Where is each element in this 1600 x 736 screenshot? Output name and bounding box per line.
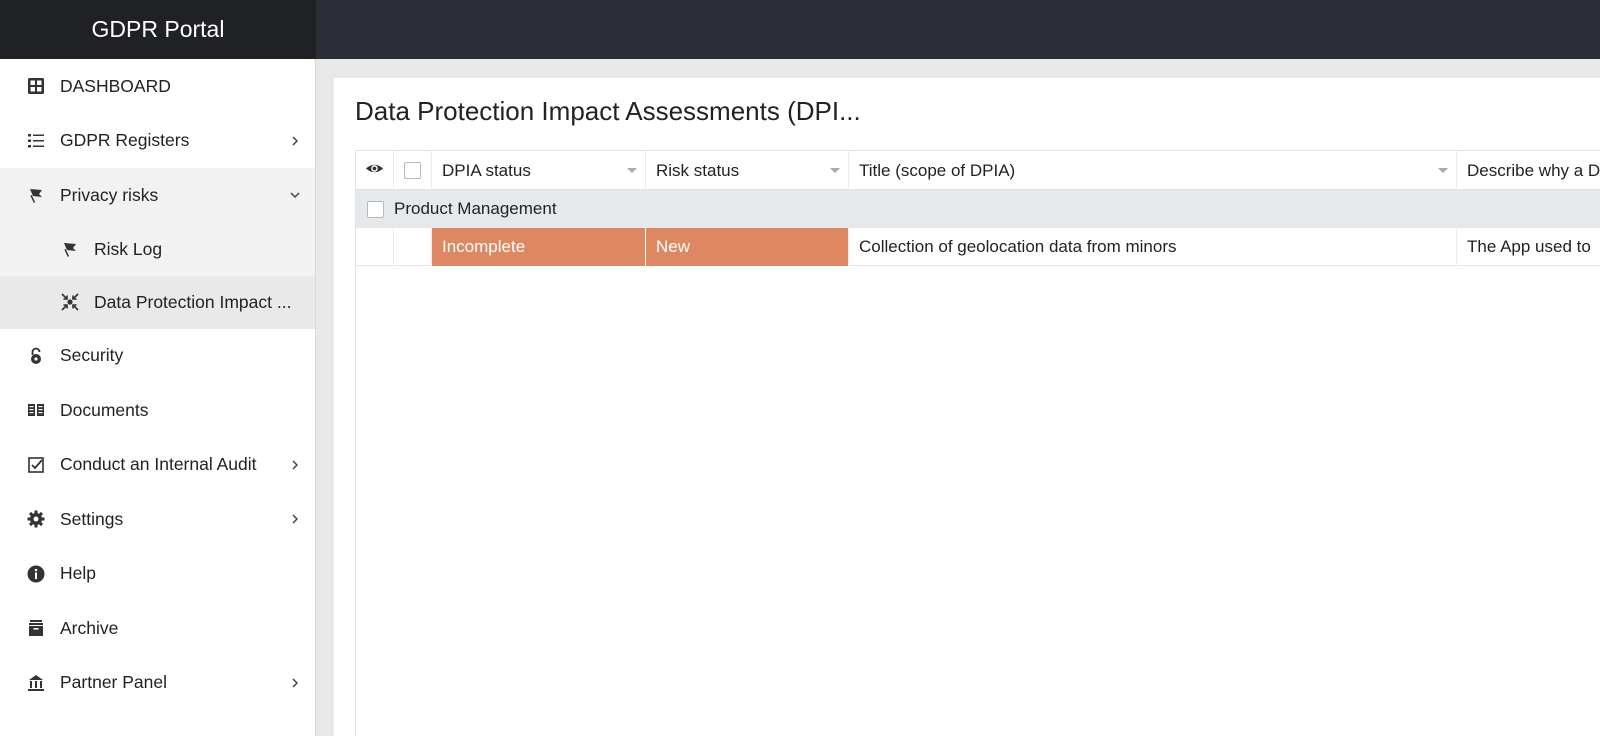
row-select-cell[interactable] bbox=[394, 228, 432, 266]
sidebar-item-label: Help bbox=[60, 563, 96, 584]
sidebar-item-gdpr-registers[interactable]: GDPR Registers bbox=[0, 114, 315, 169]
sidebar-item-label: DASHBOARD bbox=[60, 75, 171, 96]
sidebar-item-label: Archive bbox=[60, 617, 119, 638]
select-all-checkbox[interactable] bbox=[404, 162, 421, 179]
list-icon bbox=[26, 131, 46, 151]
dpia-table: DPIA status Risk status Title (scope of … bbox=[355, 150, 1600, 736]
flag-icon bbox=[26, 185, 46, 205]
title-cell[interactable]: Collection of geolocation data from mino… bbox=[849, 228, 1457, 266]
sidebar: DASHBOARD GDPR Registers Privacy risks R… bbox=[0, 59, 316, 736]
documents-icon bbox=[26, 400, 46, 420]
sort-caret-icon[interactable] bbox=[627, 168, 637, 173]
column-header-label: Risk status bbox=[656, 160, 740, 180]
column-header-label: Title (scope of DPIA) bbox=[859, 160, 1016, 180]
page-title: Data Protection Impact Assessments (DPI.… bbox=[355, 96, 861, 126]
group-label: Product Management bbox=[394, 199, 557, 218]
info-icon bbox=[26, 564, 46, 584]
sidebar-item-label: Conduct an Internal Audit bbox=[60, 454, 257, 475]
sidebar-item-documents[interactable]: Documents bbox=[0, 383, 315, 438]
chevron-down-icon bbox=[289, 189, 301, 201]
row-visibility-cell bbox=[356, 228, 394, 266]
chevron-right-icon bbox=[289, 459, 301, 471]
chevron-right-icon bbox=[289, 677, 301, 689]
sort-caret-icon[interactable] bbox=[830, 168, 840, 173]
sidebar-item-label: Settings bbox=[60, 508, 124, 529]
column-header-label: Describe why a D bbox=[1467, 160, 1600, 180]
sort-caret-icon[interactable] bbox=[1438, 168, 1448, 173]
sidebar-item-label: Data Protection Impact ... bbox=[94, 291, 292, 312]
risk-status-cell[interactable]: New bbox=[646, 228, 849, 266]
sidebar-item-dpia[interactable]: Data Protection Impact ... bbox=[0, 275, 315, 329]
sidebar-item-risk-log[interactable]: Risk Log bbox=[0, 222, 315, 276]
dashboard-grid-icon bbox=[26, 76, 46, 96]
sidebar-item-security[interactable]: Security bbox=[0, 329, 315, 384]
sidebar-item-label: Privacy risks bbox=[60, 184, 159, 205]
sidebar-item-dashboard[interactable]: DASHBOARD bbox=[0, 59, 315, 114]
column-header-risk-status[interactable]: Risk status bbox=[646, 151, 849, 190]
chevron-right-icon bbox=[289, 135, 301, 147]
app-title[interactable]: GDPR Portal bbox=[0, 0, 316, 59]
sidebar-item-partner-panel[interactable]: Partner Panel bbox=[0, 656, 315, 711]
eye-icon bbox=[365, 159, 384, 183]
sidebar-item-settings[interactable]: Settings bbox=[0, 492, 315, 547]
sidebar-item-label: GDPR Registers bbox=[60, 130, 190, 151]
describe-cell[interactable]: The App used to bbox=[1457, 228, 1600, 266]
group-row[interactable]: Product Management bbox=[356, 190, 1600, 228]
table-header: DPIA status Risk status Title (scope of … bbox=[356, 151, 1600, 190]
sidebar-item-privacy-risks[interactable]: Privacy risks bbox=[0, 168, 315, 223]
visibility-toggle[interactable] bbox=[356, 151, 394, 190]
select-all-cell bbox=[394, 151, 432, 190]
archive-icon bbox=[26, 618, 46, 638]
sidebar-item-label: Partner Panel bbox=[60, 672, 168, 693]
column-header-describe[interactable]: Describe why a D bbox=[1457, 151, 1600, 190]
partner-icon bbox=[26, 673, 46, 693]
sidebar-item-label: Security bbox=[60, 345, 124, 366]
impact-arrows-icon bbox=[60, 292, 80, 312]
sidebar-item-label: Risk Log bbox=[94, 238, 163, 259]
sidebar-item-internal-audit[interactable]: Conduct an Internal Audit bbox=[0, 438, 315, 493]
chevron-right-icon bbox=[289, 513, 301, 525]
column-header-label: DPIA status bbox=[442, 160, 531, 180]
column-header-dpia-status[interactable]: DPIA status bbox=[432, 151, 646, 190]
column-header-title[interactable]: Title (scope of DPIA) bbox=[849, 151, 1457, 190]
sidebar-item-archive[interactable]: Archive bbox=[0, 601, 315, 656]
checkbox-icon bbox=[26, 455, 46, 475]
sidebar-item-help[interactable]: Help bbox=[0, 547, 315, 602]
flag-icon bbox=[60, 239, 80, 259]
gear-icon bbox=[26, 509, 46, 529]
table-row[interactable]: Incomplete New Collection of geolocation… bbox=[356, 228, 1600, 266]
lock-icon bbox=[26, 346, 46, 366]
sidebar-item-label: Documents bbox=[60, 399, 149, 420]
group-checkbox[interactable] bbox=[367, 200, 384, 218]
dpia-status-cell[interactable]: Incomplete bbox=[432, 228, 646, 266]
